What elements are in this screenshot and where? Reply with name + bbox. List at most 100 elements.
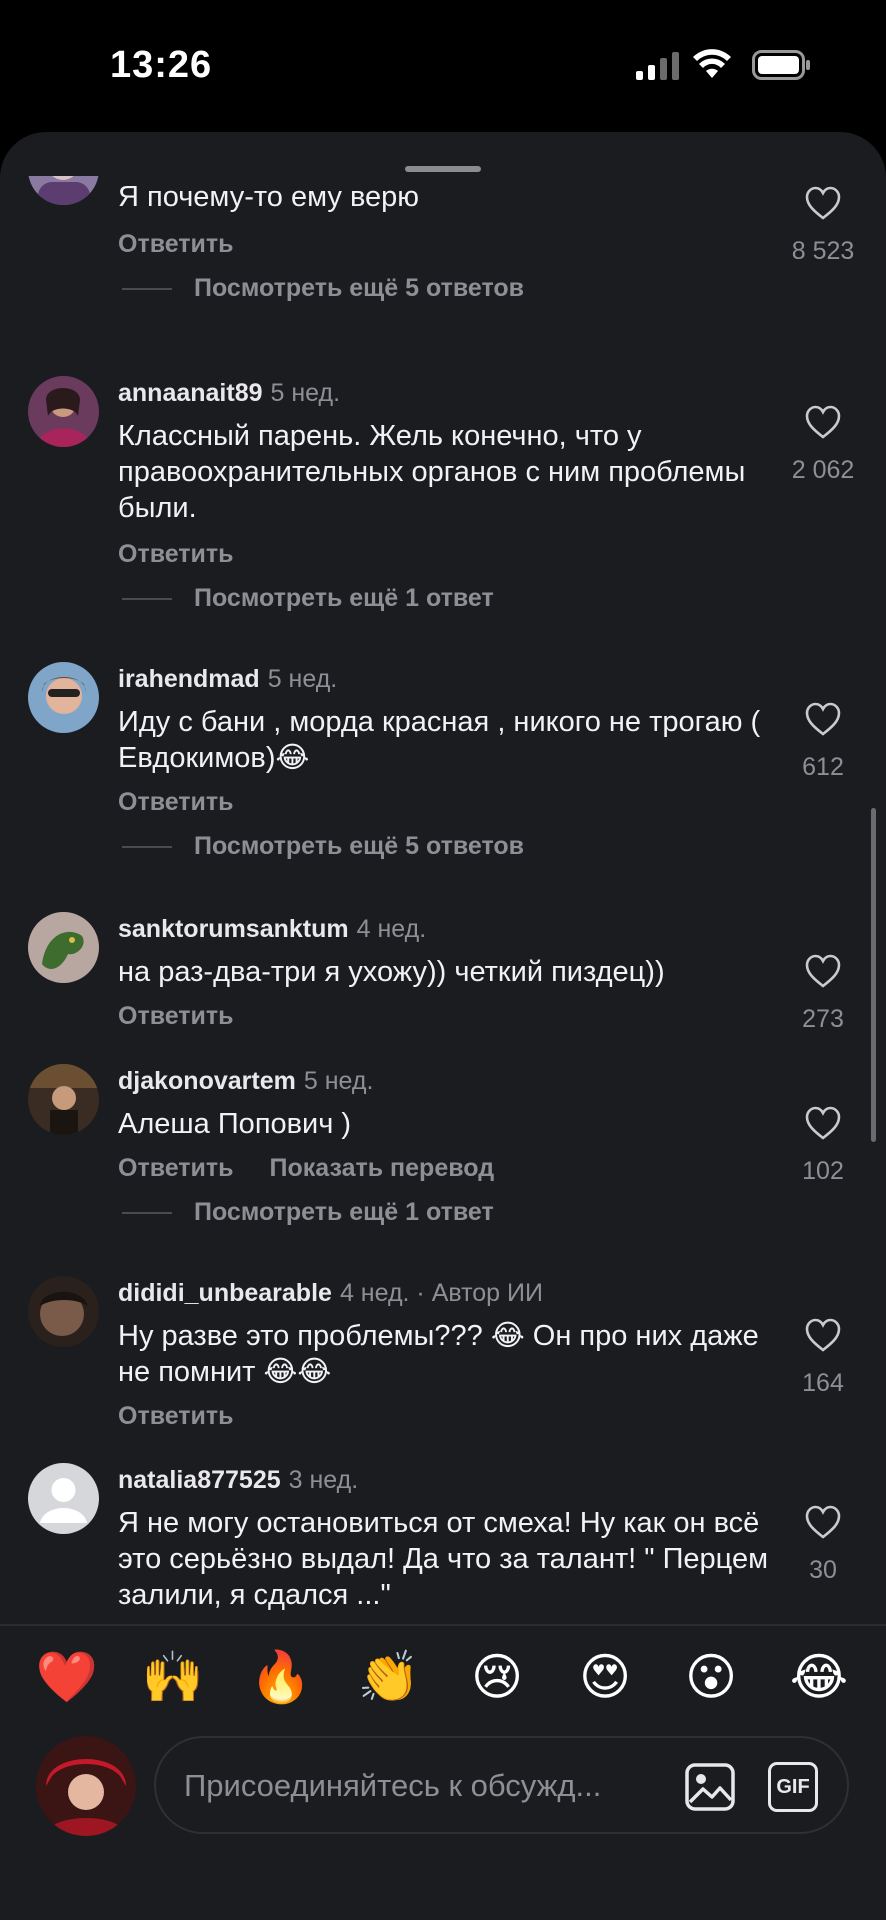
like-count: 102 <box>802 1157 844 1185</box>
avatar[interactable] <box>28 662 99 733</box>
heart-icon <box>805 1106 841 1140</box>
avatar[interactable] <box>28 376 99 447</box>
heart-icon <box>805 702 841 736</box>
battery-icon <box>752 50 810 80</box>
comment-username[interactable]: sanktorumsanktum <box>118 915 349 943</box>
sheet-grabber[interactable] <box>405 166 481 172</box>
reply-button[interactable]: Ответить <box>118 1154 234 1182</box>
scrollbar[interactable] <box>871 808 876 1142</box>
comment-meta: 5 нед. <box>270 379 341 407</box>
view-replies-button[interactable]: Посмотреть ещё 1 ответ <box>122 584 494 613</box>
like-count: 273 <box>802 1005 844 1033</box>
heart-icon <box>805 1318 841 1352</box>
comment-header: dididi_unbearable 4 нед. · Автор ИИ <box>118 1279 543 1308</box>
reply-button[interactable]: Ответить <box>118 1002 234 1030</box>
image-icon[interactable] <box>684 1762 736 1812</box>
comment-text: Классный парень. Жель конечно, что у пра… <box>118 420 746 524</box>
like-button[interactable]: 102 <box>780 1106 866 1186</box>
like-count: 612 <box>802 753 844 781</box>
comment-username[interactable]: dididi_unbearable <box>118 1279 332 1307</box>
emoji-fire[interactable]: 🔥 <box>248 1644 314 1710</box>
emoji-bar-divider <box>0 1624 886 1626</box>
comment-username[interactable]: annaanait89 <box>118 379 263 407</box>
heart-icon <box>805 1505 841 1539</box>
like-count: 30 <box>809 1556 837 1584</box>
view-replies-button[interactable]: Посмотреть ещё 1 ответ <box>122 1198 494 1227</box>
heart-icon <box>805 954 841 988</box>
view-replies-label: Посмотреть ещё 5 ответов <box>194 832 525 860</box>
comment-header: natalia877525 3 нед. <box>118 1466 358 1495</box>
avatar[interactable] <box>28 912 99 983</box>
comment-actions: Ответить <box>118 540 234 569</box>
like-button[interactable]: 8 523 <box>780 186 866 266</box>
like-button[interactable]: 164 <box>780 1318 866 1398</box>
wifi-icon <box>693 49 731 78</box>
gif-button[interactable]: GIF <box>768 1762 818 1812</box>
comment-text: Я почему-то ему верю <box>118 181 420 213</box>
reply-button[interactable]: Ответить <box>118 540 234 568</box>
comment-actions: Ответить <box>118 1002 234 1031</box>
reply-button[interactable]: Ответить <box>118 1402 234 1430</box>
replies-divider <box>122 1212 172 1215</box>
avatar[interactable] <box>28 1276 99 1347</box>
like-count: 2 062 <box>791 456 855 484</box>
current-user-avatar[interactable] <box>36 1736 136 1836</box>
replies-divider <box>122 288 172 291</box>
comment-meta: 4 нед. <box>356 915 427 943</box>
emoji-surprised[interactable]: 😮 <box>678 1644 744 1710</box>
view-replies-label: Посмотреть ещё 5 ответов <box>194 274 525 302</box>
comment-actions: Ответить <box>118 788 234 817</box>
like-button[interactable]: 273 <box>780 954 866 1034</box>
like-button[interactable]: 30 <box>780 1505 866 1585</box>
view-replies-label: Посмотреть ещё 1 ответ <box>194 1198 494 1226</box>
emoji-raised-hands[interactable]: 🙌 <box>140 1644 206 1710</box>
comment-header: irahendmad 5 нед. <box>118 665 337 694</box>
comment-actions: Ответить Показать перевод <box>118 1154 494 1183</box>
status-time: 13:26 <box>110 44 213 86</box>
comment-username[interactable]: djakonovartem <box>118 1067 296 1095</box>
comments-sheet: Я почему-то ему верю Ответить 8 523 Посм… <box>0 132 886 1920</box>
comment-header: djakonovartem 5 нед. <box>118 1067 373 1096</box>
comment-meta: 5 нед. <box>303 1067 374 1095</box>
reply-button[interactable]: Ответить <box>118 788 234 816</box>
like-button[interactable]: 612 <box>780 702 866 782</box>
view-replies-button[interactable]: Посмотреть ещё 5 ответов <box>122 832 524 861</box>
emoji-heart[interactable]: ❤️ <box>34 1644 100 1710</box>
status-bar: 13:26 <box>0 0 886 130</box>
like-count: 164 <box>802 1369 844 1397</box>
emoji-crying[interactable]: 😢 <box>464 1644 530 1710</box>
view-replies-button[interactable]: Посмотреть ещё 5 ответов <box>122 274 524 303</box>
reply-button[interactable]: Ответить <box>118 230 234 258</box>
comment-text: Ну разве это проблемы??? 😂 Он про них да… <box>118 1320 759 1388</box>
cellular-signal-icon <box>636 52 679 80</box>
emoji-laughing[interactable]: 😂 <box>786 1644 852 1710</box>
comment-input-placeholder: Присоединяйтесь к обсужд... <box>184 1768 602 1803</box>
heart-icon <box>805 186 841 220</box>
heart-icon <box>805 405 841 439</box>
comment-username[interactable]: irahendmad <box>118 665 260 693</box>
avatar[interactable] <box>28 1463 99 1534</box>
comment-actions: Ответить <box>118 1402 234 1431</box>
avatar[interactable] <box>28 176 99 205</box>
comment-text: Я не могу остановиться от смеха! Ну как … <box>118 1507 769 1611</box>
avatar[interactable] <box>28 1064 99 1135</box>
comments-list[interactable]: Я почему-то ему верю Ответить 8 523 Посм… <box>0 176 886 1754</box>
comment-text: Иду с бани , морда красная , никого не т… <box>118 706 761 774</box>
comment-actions: Ответить <box>118 230 234 259</box>
comment-text: на раз-два-три я ухожу)) четкий пиздец)) <box>118 956 665 988</box>
replies-divider <box>122 598 172 601</box>
like-button[interactable]: 2 062 <box>780 405 866 485</box>
view-replies-label: Посмотреть ещё 1 ответ <box>194 584 494 612</box>
comment-header: annaanait89 5 нед. <box>118 379 340 408</box>
comment-username[interactable]: natalia877525 <box>118 1466 281 1494</box>
comment-text: Алеша Попович ) <box>118 1108 352 1140</box>
comment-input[interactable]: Присоединяйтесь к обсужд... GIF <box>154 1736 849 1834</box>
comment-meta: 3 нед. <box>288 1466 359 1494</box>
comment-meta: 5 нед. <box>267 665 338 693</box>
like-count: 8 523 <box>791 237 855 265</box>
comment-meta: 4 нед. · Автор ИИ <box>339 1279 543 1307</box>
emoji-clap[interactable]: 👏 <box>356 1644 422 1710</box>
emoji-heart-eyes[interactable]: 😍 <box>572 1644 638 1710</box>
replies-divider <box>122 846 172 849</box>
show-translation-button[interactable]: Показать перевод <box>270 1154 495 1182</box>
